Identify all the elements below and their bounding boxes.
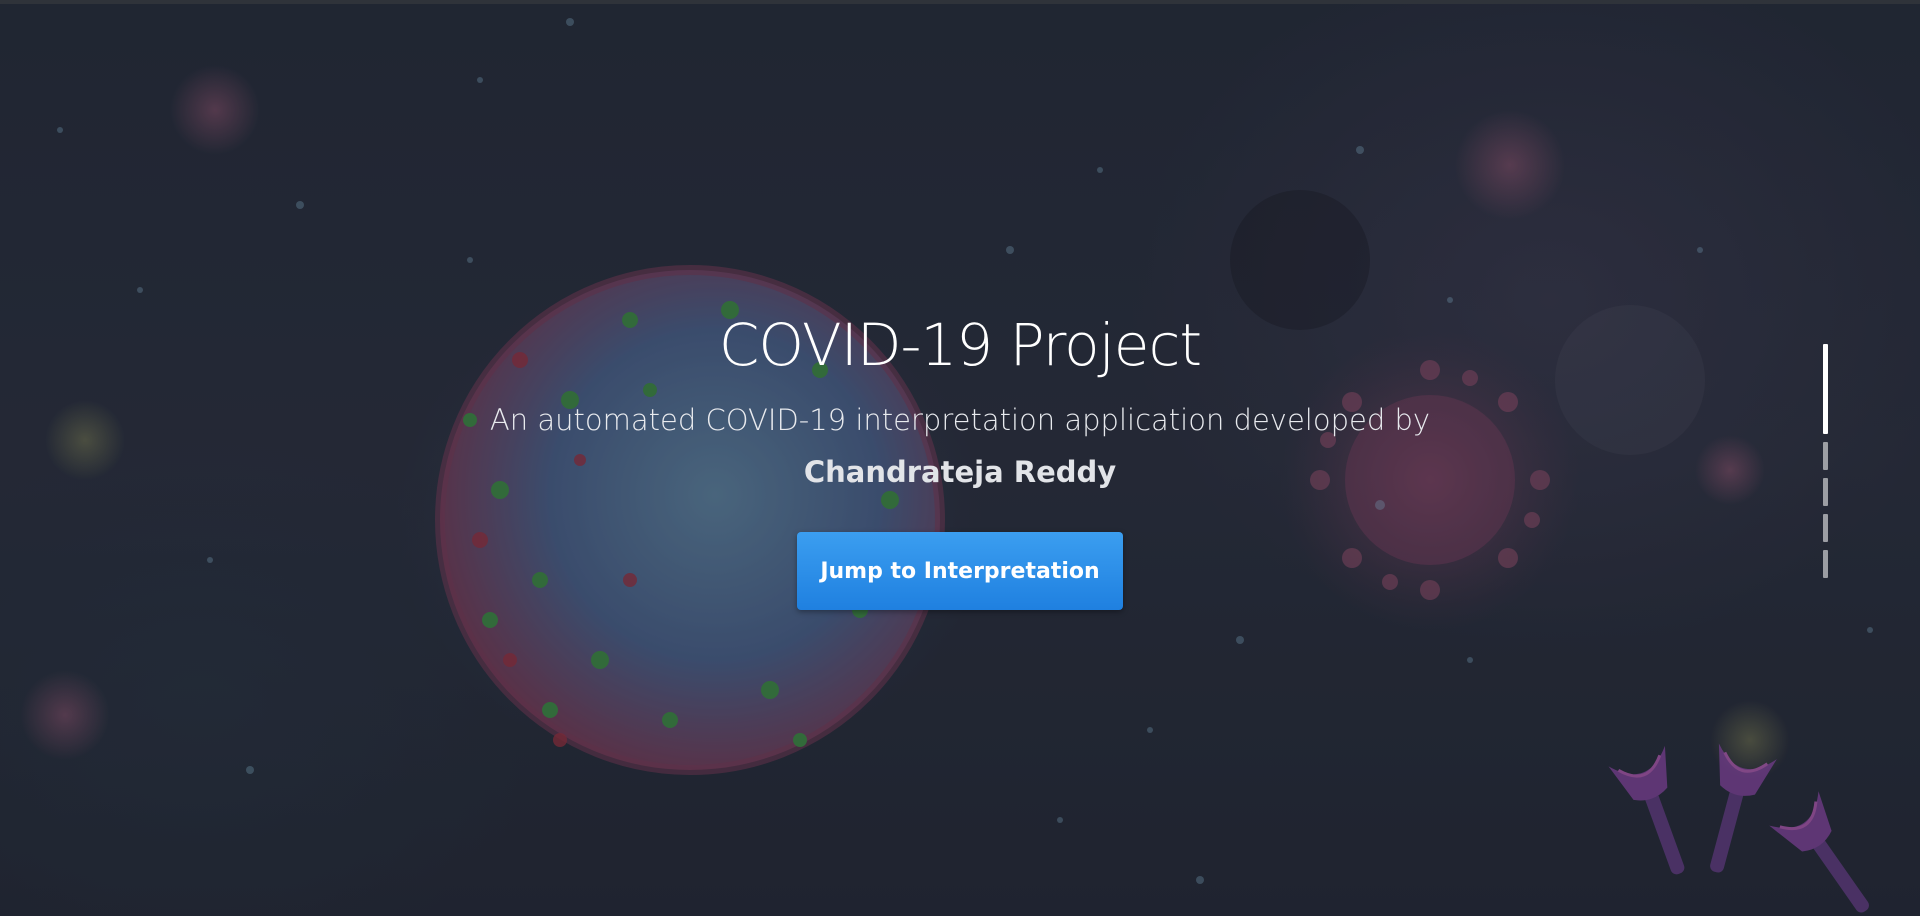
hero-content: COVID-19 Project An automated COVID-19 i… — [0, 300, 1920, 610]
scroll-nav-item-2[interactable] — [1823, 442, 1828, 470]
author-name: Chandrateja Reddy — [803, 455, 1117, 489]
hero-subtitle: An automated COVID-19 interpretation app… — [489, 403, 1431, 437]
hero-section: COVID-19 Project An automated COVID-19 i… — [0, 0, 1920, 916]
scroll-nav-item-1[interactable] — [1823, 344, 1828, 434]
scroll-nav-item-4[interactable] — [1823, 514, 1828, 542]
scroll-nav-item-3[interactable] — [1823, 478, 1828, 506]
jump-to-interpretation-button[interactable]: Jump to Interpretation — [797, 532, 1123, 610]
scroll-nav-item-5[interactable] — [1823, 550, 1828, 578]
section-scroll-nav — [1821, 344, 1829, 584]
page-title: COVID-19 Project — [718, 311, 1202, 379]
